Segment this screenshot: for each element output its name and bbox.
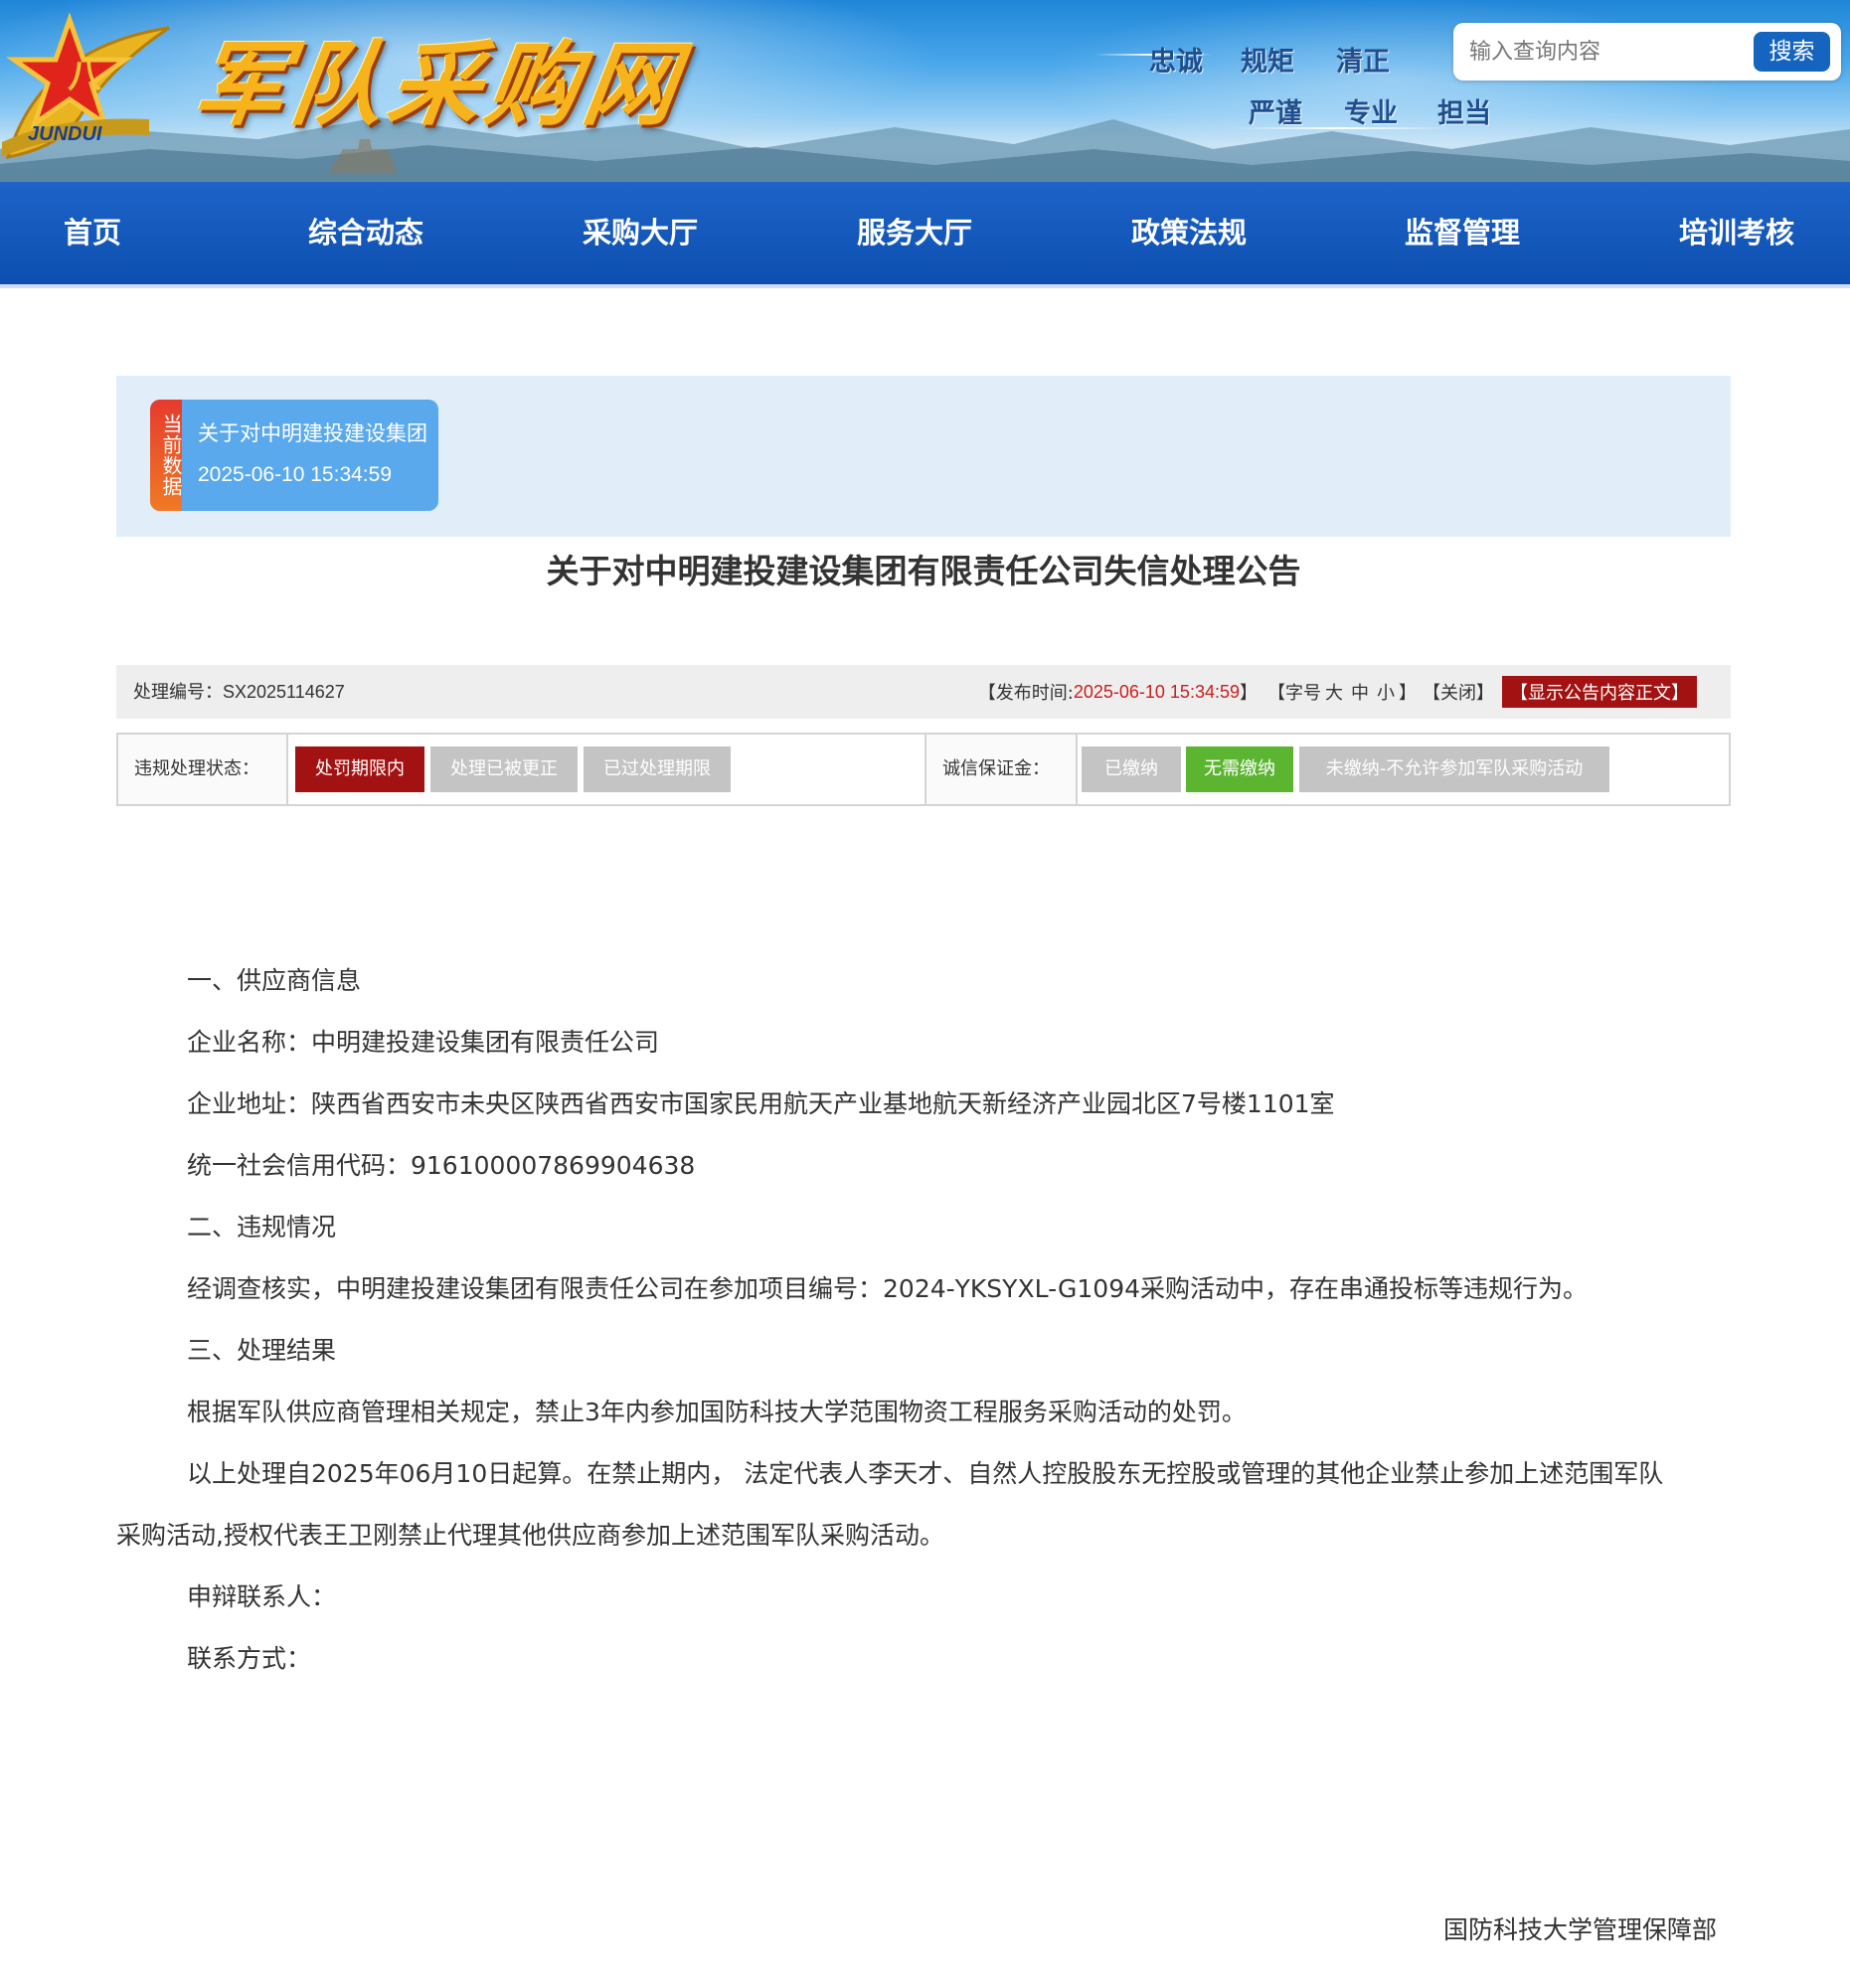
status-within-penalty-button[interactable]: 处罚期限内 <box>295 746 424 792</box>
publish-time: 2025-06-10 15:34:59 <box>1073 681 1240 702</box>
notice-info-bar: 处理编号：SX2025114627 【发布时间: 2025-06-10 15:3… <box>116 665 1731 719</box>
motto-integrity: 清正 <box>1336 47 1390 78</box>
logo-text: JUNDUI <box>28 123 102 145</box>
credit-code: 统一社会信用代码：916100007869904638 <box>187 1151 696 1180</box>
nav-item-training[interactable]: 培训考核 <box>1679 182 1794 284</box>
appeal-contact: 申辩联系人： <box>187 1582 337 1611</box>
section-heading-result: 三、处理结果 <box>187 1336 337 1365</box>
font-size-large[interactable]: 大 <box>1325 679 1343 705</box>
site-title: 军队采购网 <box>187 31 690 138</box>
nav-item-home[interactable]: 首页 <box>64 182 121 284</box>
show-content-button[interactable]: 【显示公告内容正文】 <box>1502 676 1697 708</box>
company-name: 企业名称：中明建投建设集团有限责任公司 <box>187 1028 660 1057</box>
svg-text:八: 八 <box>68 57 102 96</box>
motto-rigor: 严谨 <box>1249 98 1302 129</box>
close-link[interactable]: 【关闭】 <box>1423 679 1494 705</box>
notice-meta: 【发布时间: 2025-06-10 15:34:59 】 【字号 大 中 小 】… <box>977 676 1697 708</box>
notice-id-value: SX2025114627 <box>223 682 345 702</box>
period-text-line2: 采购活动,授权代表王卫刚禁止代理其他供应商参加上述范围军队采购活动。 <box>116 1521 944 1550</box>
section-heading-violation: 二、违规情况 <box>187 1213 337 1242</box>
main-nav: 首页 综合动态 采购大厅 服务大厅 政策法规 监督管理 培训考核 <box>0 182 1850 288</box>
nav-item-news[interactable]: 综合动态 <box>308 182 423 284</box>
current-data-strip: 当前数据 关于对中明建投建设集团 2025-06-10 15:34:59 <box>116 376 1731 537</box>
notice-title: 关于对中明建投建设集团有限责任公司失信处理公告 <box>546 552 1301 590</box>
status-expired-button[interactable]: 已过处理期限 <box>584 746 731 792</box>
motto-rules: 规矩 <box>1241 47 1294 78</box>
deposit-label: 诚信保证金： <box>926 735 1078 804</box>
motto-loyalty: 忠诚 <box>1149 47 1203 78</box>
font-size-medium[interactable]: 中 <box>1351 679 1369 705</box>
font-size-small[interactable]: 小 <box>1377 679 1395 705</box>
violation-text: 经调查核实，中明建投建设集团有限责任公司在参加项目编号：2024-YKSYXL-… <box>187 1274 1589 1303</box>
current-data-date: 2025-06-10 15:34:59 <box>198 463 392 486</box>
notice-id: 处理编号：SX2025114627 <box>133 665 345 720</box>
publish-suffix: 】 <box>1240 683 1258 704</box>
issuer-signature: 国防科技大学管理保障部 <box>1443 1915 1718 1944</box>
motto-responsibility: 担当 <box>1437 98 1491 129</box>
violation-status-label: 违规处理状态： <box>118 735 288 804</box>
current-data-title: 关于对中明建投建设集团 <box>198 421 427 445</box>
current-data-card[interactable]: 当前数据 关于对中明建投建设集团 2025-06-10 15:34:59 <box>150 400 438 511</box>
nav-item-policy[interactable]: 政策法规 <box>1131 182 1247 284</box>
deposit-unpaid-button[interactable]: 未缴纳-不允许参加军队采购活动 <box>1299 746 1609 792</box>
font-size-suffix: 】 <box>1399 683 1417 704</box>
search-box: 搜索 <box>1453 23 1841 81</box>
result-text: 根据军队供应商管理相关规定，禁止3年内参加国防科技大学范围物资工程服务采购活动的… <box>187 1398 1247 1426</box>
motto-group: 忠诚 规矩 清正 严谨 专业 担当 <box>1093 40 1491 139</box>
nav-item-supervision[interactable]: 监督管理 <box>1405 182 1520 284</box>
status-corrected-button[interactable]: 处理已被更正 <box>430 746 578 792</box>
header-banner: 八 JUNDUI 军队采购网 忠诚 规矩 清正 严谨 专业 担当 搜索 <box>0 0 1850 182</box>
deposit-not-required-button[interactable]: 无需缴纳 <box>1186 746 1293 792</box>
period-text-line1: 以上处理自2025年06月10日起算。在禁止期内， 法定代表人李天才、自然人控股… <box>187 1459 1664 1488</box>
search-button[interactable]: 搜索 <box>1754 32 1830 72</box>
nav-item-service-hall[interactable]: 服务大厅 <box>857 182 972 284</box>
status-table: 违规处理状态： 处罚期限内 处理已被更正 已过处理期限 诚信保证金： 已缴纳 无… <box>116 733 1731 806</box>
nav-item-procurement-hall[interactable]: 采购大厅 <box>583 182 698 284</box>
publish-prefix: 【发布时间: <box>977 683 1074 704</box>
section-heading-supplier: 一、供应商信息 <box>187 966 362 995</box>
army-logo: 八 JUNDUI <box>2 12 170 159</box>
contact-method: 联系方式： <box>187 1644 312 1673</box>
company-address: 企业地址：陕西省西安市未央区陕西省西安市国家民用航天产业基地航天新经济产业园北区… <box>187 1089 1335 1118</box>
search-input[interactable] <box>1467 32 1799 72</box>
motto-professional: 专业 <box>1344 98 1398 129</box>
current-data-tag: 当前数据 <box>150 400 183 511</box>
deposit-paid-button[interactable]: 已缴纳 <box>1082 746 1181 792</box>
font-size-prefix: 【字号 <box>1267 683 1321 704</box>
notice-id-label: 处理编号： <box>133 682 223 703</box>
